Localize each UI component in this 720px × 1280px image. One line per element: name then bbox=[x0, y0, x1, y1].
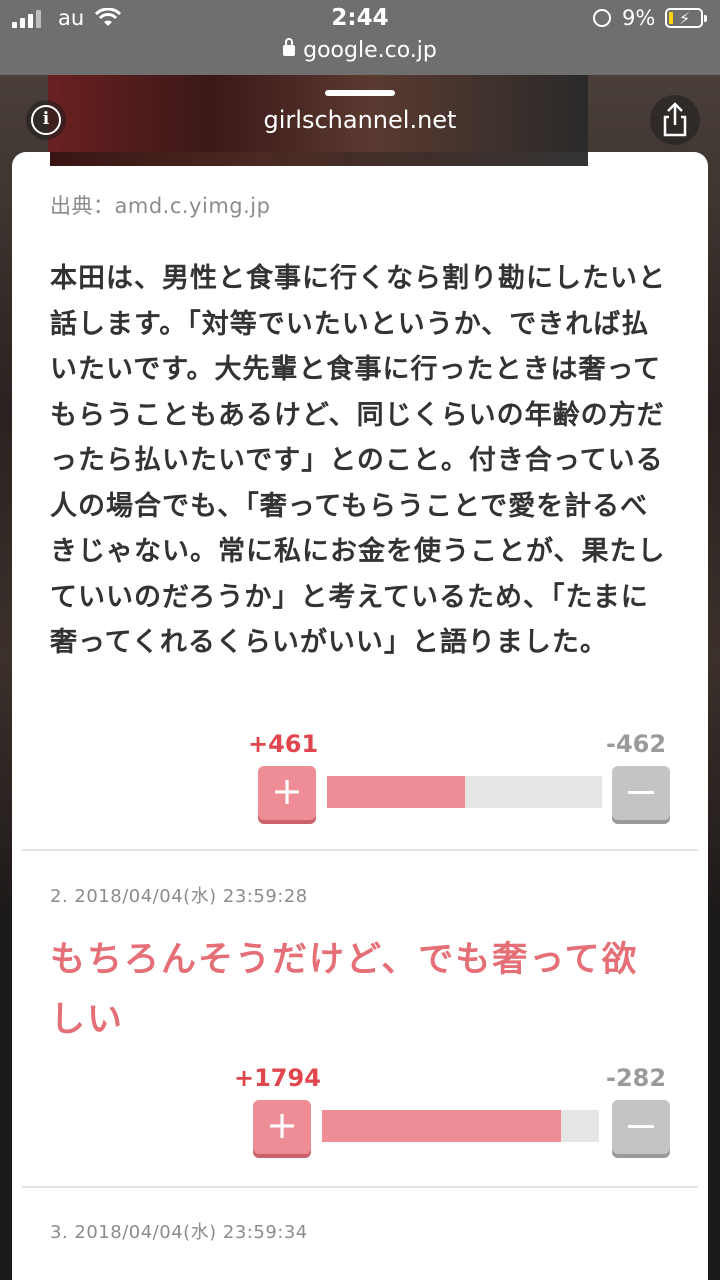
battery-icon: ⚡ bbox=[665, 8, 707, 28]
status-bar: au 2:44 google.co.jp 9% ⚡ bbox=[0, 0, 720, 75]
plus-button[interactable]: + bbox=[253, 1100, 311, 1154]
minus-count: -462 bbox=[606, 730, 667, 758]
share-icon bbox=[663, 102, 687, 137]
minus-button[interactable] bbox=[612, 1100, 670, 1154]
article-vote-row: +461 -462 + bbox=[12, 730, 708, 820]
vote-bar-fill bbox=[327, 776, 465, 808]
comment-meta: 2. 2018/04/04(水) 23:59:28 bbox=[50, 886, 308, 907]
url-text: google.co.jp bbox=[303, 38, 437, 63]
sheet-grabber[interactable] bbox=[325, 90, 395, 96]
address-bar[interactable]: google.co.jp bbox=[0, 38, 720, 63]
article-image bbox=[50, 152, 588, 166]
divider bbox=[22, 849, 698, 851]
rotation-lock-icon bbox=[593, 9, 611, 27]
share-button[interactable] bbox=[650, 95, 700, 145]
divider bbox=[22, 1186, 698, 1188]
plus-count: +1794 bbox=[234, 1064, 321, 1092]
vote-bar bbox=[327, 776, 602, 808]
vote-bar-fill bbox=[322, 1110, 562, 1142]
clock: 2:44 bbox=[331, 5, 389, 31]
comment-vote-row: +1794 -282 + bbox=[12, 1064, 708, 1154]
comment-text-cutoff bbox=[50, 1270, 650, 1280]
comment-text: もちろんそうだけど、でも奢って欲しい bbox=[50, 940, 639, 1040]
battery-percent: 9% bbox=[622, 6, 656, 30]
sheet-site-name: girlschannel.net bbox=[263, 106, 457, 134]
comment-meta: 3. 2018/04/04(水) 23:59:34 bbox=[50, 1222, 308, 1243]
minus-count: -282 bbox=[606, 1064, 667, 1092]
article-sheet: 出典：amd.c.yimg.jp 本田は、男性と食事に行くなら割り勘にしたいと話… bbox=[12, 152, 708, 1280]
vote-bar bbox=[322, 1110, 599, 1142]
image-source: 出典：amd.c.yimg.jp bbox=[50, 194, 271, 218]
lock-icon bbox=[283, 38, 296, 56]
article-body: 本田は、男性と食事に行くなら割り勘にしたいと話します。「対等でいたいというか、で… bbox=[50, 263, 666, 658]
minus-button[interactable] bbox=[612, 766, 670, 820]
plus-button[interactable]: + bbox=[258, 766, 316, 820]
plus-count: +461 bbox=[248, 730, 319, 758]
